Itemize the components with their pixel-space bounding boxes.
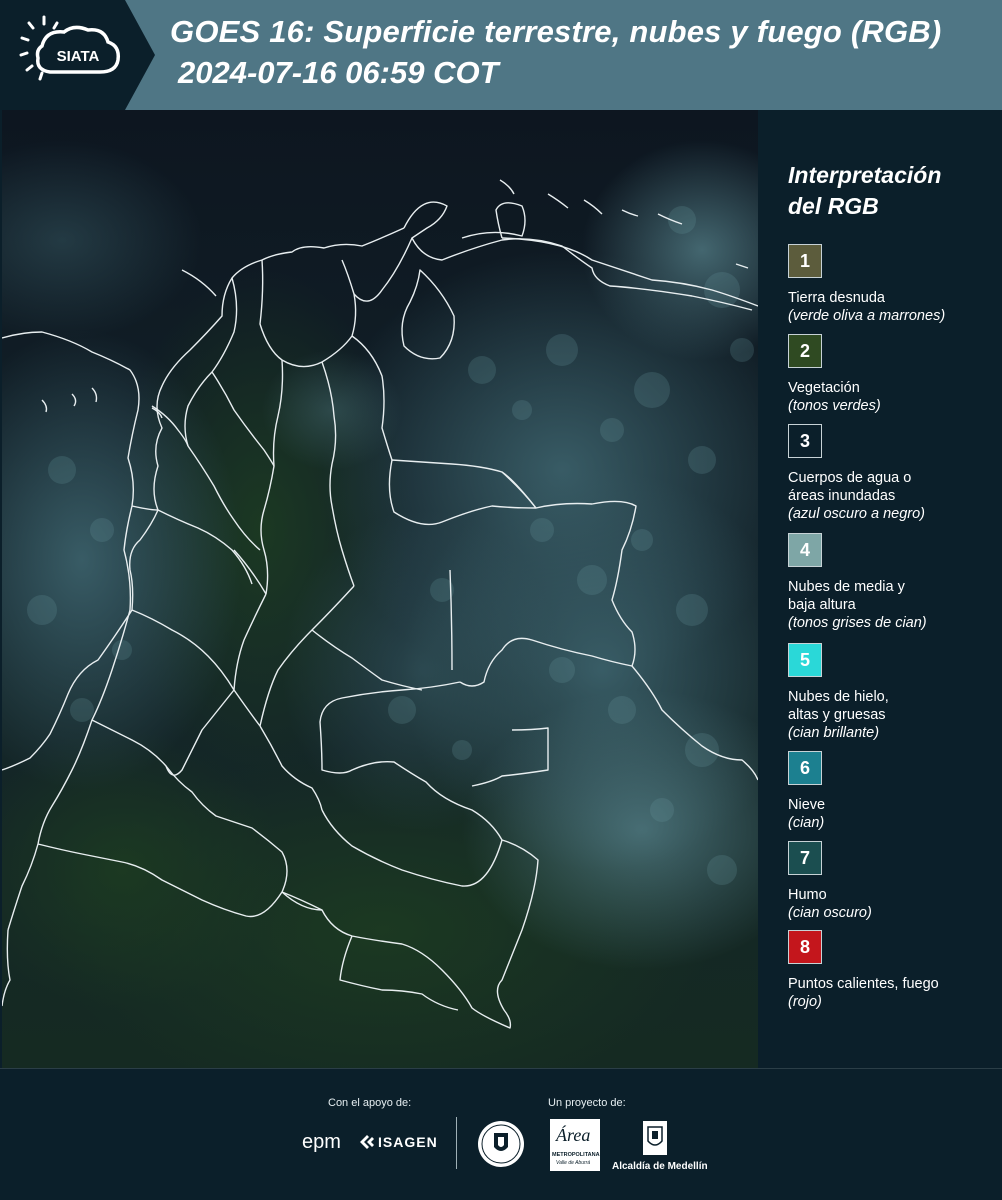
legend-sub: (rojo)	[788, 994, 822, 1010]
legend-item-ice-clouds: 5 Nubes de hielo, altas y gruesas (cian …	[788, 643, 998, 742]
legend-label-line2: baja altura	[788, 597, 856, 613]
satellite-map-icon	[2, 110, 758, 1068]
isagen-mark-icon	[360, 1135, 374, 1149]
legend-item-mid-low-clouds: 4 Nubes de media y baja altura (tonos gr…	[788, 533, 998, 632]
legend-item-bare-land: 1 Tierra desnuda (verde oliva a marrones…	[788, 244, 998, 325]
epm-logo: epm	[302, 1131, 341, 1153]
legend-label-line2: áreas inundadas	[788, 488, 896, 504]
legend-sub: (cian brillante)	[788, 725, 880, 741]
legend-label: Nieve	[788, 797, 826, 813]
alcaldia-shield-icon	[640, 1119, 670, 1162]
rgb-legend: Interpretación del RGB 1 Tierra desnuda …	[760, 110, 1002, 1068]
legend-sub: (verde oliva a marrones)	[788, 308, 946, 324]
legend-label: Vegetación	[788, 380, 860, 396]
legend-sub: (tonos verdes)	[788, 398, 881, 414]
legend-swatch: 7	[788, 841, 822, 875]
legend-label: Nubes de media y baja altura	[788, 578, 998, 614]
legend-label-line1: Cuerpos de agua o	[788, 470, 912, 486]
project-label: Un proyecto de:	[548, 1097, 626, 1109]
alcaldia-text: Alcaldía de Medellín	[612, 1161, 708, 1172]
legend-swatch: 8	[788, 930, 822, 964]
header-bar: SIATA GOES 16: Superficie terrestre, nub…	[0, 0, 1002, 110]
isagen-logo: ISAGEN	[358, 1133, 438, 1151]
legend-swatch: 1	[788, 244, 822, 278]
legend-item-vegetation: 2 Vegetación (tonos verdes)	[788, 334, 998, 415]
legend-title: Interpretación del RGB	[788, 160, 988, 222]
legend-swatch: 3	[788, 424, 822, 458]
legend-title-line2: del RGB	[788, 193, 879, 219]
legend-swatch: 6	[788, 751, 822, 785]
siata-logo: SIATA	[0, 0, 155, 110]
support-label: Con el apoyo de:	[328, 1097, 412, 1109]
page-title: GOES 16: Superficie terrestre, nubes y f…	[170, 14, 942, 49]
isagen-text: ISAGEN	[378, 1134, 438, 1150]
legend-title-line1: Interpretación	[788, 162, 942, 188]
legend-sub: (azul oscuro a negro)	[788, 506, 926, 522]
legend-label: Cuerpos de agua o áreas inundadas	[788, 469, 998, 505]
legend-label-line1: Nubes de media y	[788, 579, 905, 595]
area-metropolitana-logo: Área METROPOLITANA Valle de Aburrá	[550, 1119, 600, 1171]
legend-sub: (cian)	[788, 815, 825, 831]
area-logo-name: Área	[556, 1125, 591, 1145]
satellite-map[interactable]	[2, 110, 758, 1068]
legend-swatch: 4	[788, 533, 822, 567]
area-logo-sub2: Valle de Aburrá	[556, 1160, 591, 1166]
legend-label: Humo	[788, 887, 827, 903]
legend-label: Puntos calientes, fuego	[788, 976, 939, 992]
legend-label-line2: altas y gruesas	[788, 707, 886, 723]
legend-item-fire: 8 Puntos calientes, fuego (rojo)	[788, 930, 998, 1011]
legend-item-snow: 6 Nieve (cian)	[788, 751, 998, 832]
university-seal-icon	[476, 1119, 526, 1174]
legend-label: Tierra desnuda	[788, 290, 885, 306]
page-timestamp: 2024-07-16 06:59 COT	[178, 55, 499, 90]
legend-swatch: 5	[788, 643, 822, 677]
legend-sub: (tonos grises de cian)	[788, 615, 927, 631]
legend-item-smoke: 7 Humo (cian oscuro)	[788, 841, 998, 922]
legend-sub: (cian oscuro)	[788, 905, 872, 921]
siata-logo-text: SIATA	[57, 48, 100, 65]
area-logo-sub: METROPOLITANA	[552, 1152, 600, 1158]
legend-label-line1: Nubes de hielo,	[788, 689, 889, 705]
footer: Con el apoyo de: Un proyecto de: epm ISA…	[0, 1068, 1002, 1200]
footer-divider	[456, 1117, 457, 1169]
legend-swatch: 2	[788, 334, 822, 368]
legend-label: Nubes de hielo, altas y gruesas	[788, 688, 998, 724]
legend-item-water: 3 Cuerpos de agua o áreas inundadas (azu…	[788, 424, 998, 523]
